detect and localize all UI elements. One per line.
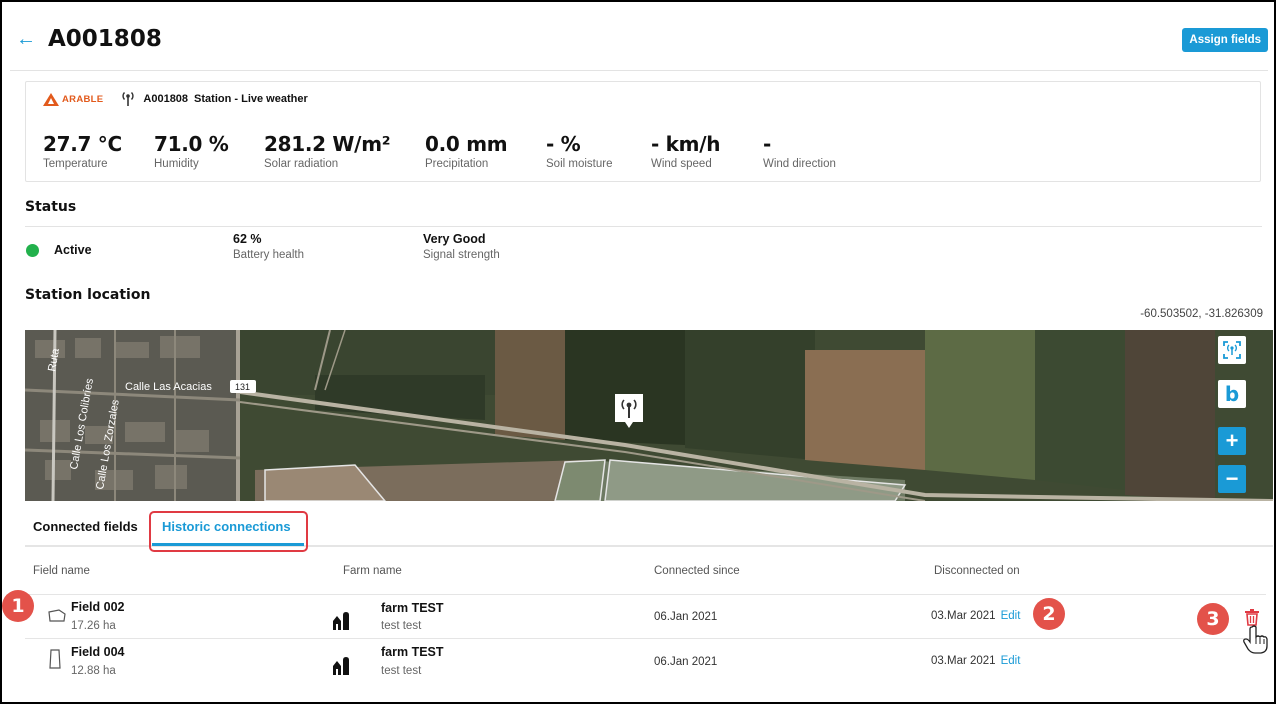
zoom-in-button[interactable]: + (1218, 427, 1246, 455)
metric-label: Wind direction (763, 158, 836, 170)
metric-wind-speed: - km/h Wind speed (651, 132, 720, 170)
bing-layer-button[interactable]: b (1218, 380, 1246, 408)
metric-precipitation: 0.0 mm Precipitation (425, 132, 508, 170)
callout-badge-3: 3 (1197, 603, 1229, 635)
status-text: Active (54, 243, 92, 257)
battery-health: 62 % Battery health (233, 232, 304, 261)
metric-label: Temperature (43, 158, 108, 170)
arable-triangle-icon (43, 92, 59, 106)
tab-connected-fields[interactable]: Connected fields (33, 519, 138, 534)
metric-value: - km/h (651, 132, 721, 156)
disconnected-on: 03.Mar 2021 Edit (931, 655, 1020, 667)
hand-cursor-icon (1243, 625, 1268, 654)
satellite-imagery: Ruta Calle Las Acacias Calle Los Colibrí… (25, 330, 1273, 501)
station-brand-row: ARABLE A001808 Station - Live weather (43, 91, 308, 107)
battery-label: Battery health (233, 249, 304, 261)
column-header-connected-since: Connected since (654, 565, 740, 577)
connected-since: 06.Jan 2021 (654, 656, 718, 668)
disconnected-on: 03.Mar 2021 Edit (931, 610, 1020, 622)
field-shape-icon (48, 609, 66, 622)
connected-since: 06.Jan 2021 (654, 611, 718, 623)
callout-badge-1: 1 (2, 590, 34, 622)
metric-value: 281.2 W/m² (264, 132, 391, 156)
location-heading: Station location (25, 287, 151, 303)
farm-name: farm TEST (381, 645, 444, 659)
farm-name: farm TEST (381, 601, 444, 615)
zoom-out-button[interactable]: − (1218, 465, 1246, 493)
station-map-pin[interactable] (613, 392, 645, 430)
station-id: A001808 (143, 93, 189, 105)
page-header: ← A001808 (14, 24, 162, 54)
metric-value: 71.0 % (154, 132, 229, 156)
metric-temperature: 27.7 °C Temperature (43, 132, 122, 170)
brand-name: ARABLE (62, 93, 104, 105)
status-heading: Status (25, 199, 77, 215)
edit-link[interactable]: Edit (1001, 655, 1021, 667)
back-arrow-icon[interactable]: ← (14, 27, 38, 51)
metric-value: 0.0 mm (425, 132, 508, 156)
callout-badge-2: 2 (1033, 598, 1065, 630)
locate-station-button[interactable] (1218, 336, 1246, 364)
farm-icon (333, 657, 349, 675)
metric-value: - (763, 132, 772, 156)
column-header-disconnected-on: Disconnected on (934, 565, 1020, 577)
arable-logo: ARABLE (43, 92, 104, 106)
metric-label: Humidity (154, 158, 199, 170)
metric-label: Soil moisture (546, 158, 613, 170)
antenna-icon (121, 91, 135, 107)
field-area: 12.88 ha (71, 665, 116, 677)
edit-link[interactable]: Edit (1001, 610, 1021, 622)
field-shape-icon (49, 649, 61, 669)
header-divider (10, 70, 1268, 71)
status-indicator-icon (26, 244, 39, 257)
zoom-out-icon: − (1225, 466, 1239, 491)
station-map[interactable]: Ruta Calle Las Acacias Calle Los Colibrí… (25, 330, 1273, 501)
signal-label: Signal strength (423, 249, 500, 261)
map-label-acacias: Calle Las Acacias (125, 381, 212, 393)
farm-owner: test test (381, 620, 422, 632)
disconnected-date: 03.Mar 2021 (931, 655, 996, 667)
metric-humidity: 71.0 % Humidity (154, 132, 229, 170)
station-type: Station - Live weather (194, 93, 308, 105)
delete-trash-icon[interactable] (1244, 608, 1260, 626)
metric-value: 27.7 °C (43, 132, 122, 156)
field-name: Field 002 (71, 600, 125, 614)
antenna-pin-icon (615, 394, 643, 428)
metric-label: Precipitation (425, 158, 489, 170)
page-title: A001808 (48, 26, 162, 52)
table-header-divider (25, 594, 1266, 595)
zoom-in-icon: + (1225, 428, 1239, 453)
battery-value: 62 % (233, 232, 262, 246)
highlight-box (149, 511, 308, 552)
status-divider (25, 226, 1262, 227)
field-area: 17.26 ha (71, 620, 116, 632)
metric-soil-moisture: - % Soil moisture (546, 132, 612, 170)
signal-strength: Very Good Signal strength (423, 232, 500, 261)
route-number: 131 (235, 382, 250, 392)
metric-label: Wind speed (651, 158, 712, 170)
bing-icon: b (1224, 382, 1240, 406)
signal-value: Very Good (423, 232, 486, 246)
station-card: ARABLE A001808 Station - Live weather 27… (25, 81, 1261, 182)
row-divider (25, 638, 1266, 639)
metric-solar-radiation: 281.2 W/m² Solar radiation (264, 132, 391, 170)
disconnected-date: 03.Mar 2021 (931, 610, 996, 622)
assign-fields-button[interactable]: Assign fields (1182, 28, 1268, 52)
locate-icon (1223, 341, 1241, 359)
field-name: Field 004 (71, 645, 125, 659)
farm-icon (333, 612, 349, 630)
column-header-field-name: Field name (33, 565, 90, 577)
metric-value: - % (546, 132, 581, 156)
metric-label: Solar radiation (264, 158, 339, 170)
metric-wind-direction: - Wind direction (763, 132, 836, 170)
column-header-farm-name: Farm name (343, 565, 402, 577)
farm-owner: test test (381, 665, 422, 677)
coordinates-readout: -60.503502, -31.826309 (1140, 308, 1263, 320)
